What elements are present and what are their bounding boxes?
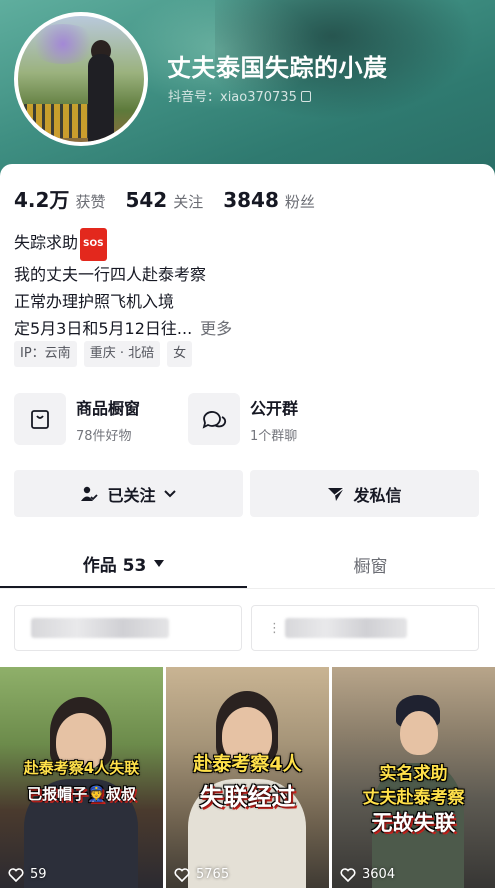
video-thumbnail[interactable]: 赴泰考察4人失联 已报帽子👮叔叔 59	[0, 667, 163, 888]
chevron-down-icon	[163, 489, 176, 497]
avatar-bikes	[18, 104, 88, 138]
video-thumbnail[interactable]: 实名求助 丈夫赴泰考察 无故失联 3604	[332, 667, 495, 888]
stat-label: 关注	[173, 193, 204, 211]
like-count-value: 5765	[196, 867, 230, 882]
stat-value: 3848	[223, 188, 279, 212]
followed-label: 已关注	[107, 485, 156, 505]
stats-row: 4.2万 获赞 542 关注 3848 粉丝	[14, 184, 335, 213]
tab-showcase-label: 橱窗	[353, 557, 388, 577]
feature-subtitle: 78件好物	[76, 428, 132, 444]
tab-works-label: 作品 53	[82, 556, 147, 576]
heart-icon	[8, 867, 24, 882]
filter-chip-2[interactable]: ⋮	[251, 605, 479, 651]
group-chat-entry[interactable]: 公开群 1个群聊	[188, 393, 362, 445]
video-caption: 失联经过	[199, 783, 296, 811]
avatar-flowers	[28, 24, 98, 64]
video-caption: 赴泰考察4人	[193, 753, 302, 775]
stat-followers[interactable]: 3848 粉丝	[223, 188, 315, 212]
blurred-content	[285, 618, 407, 638]
bio-more-link[interactable]: 更多	[200, 319, 232, 338]
bio-text: 定5月3日和5月12日往...	[14, 319, 193, 338]
heart-icon	[340, 867, 356, 882]
avatar-person	[88, 54, 114, 142]
like-count: 3604	[340, 867, 395, 882]
profile-tags: IP：云南 重庆 · 北碚 女	[14, 341, 199, 367]
shopping-bag-icon	[14, 393, 66, 445]
bio-line-4: 定5月3日和5月12日往... 更多	[14, 315, 232, 342]
heart-icon	[174, 867, 190, 882]
action-buttons: 已关注 发私信	[14, 470, 479, 517]
tag-location: 重庆 · 北碚	[83, 341, 161, 367]
person-face	[400, 711, 438, 755]
tab-showcase[interactable]: 橱窗	[247, 541, 494, 588]
bio-line-1: 失踪求助 SOS	[14, 228, 232, 261]
video-caption: 赴泰考察4人失联	[23, 759, 140, 777]
feature-title: 公开群	[250, 398, 299, 418]
video-caption: 实名求助	[379, 764, 448, 784]
tag-ip: IP：云南	[14, 341, 77, 367]
douyin-id: 抖音号：xiao370735	[168, 90, 297, 105]
bio: 失踪求助 SOS 我的丈夫一行四人赴泰考察 正常办理护照飞机入境 定5月3日和5月…	[14, 228, 232, 342]
stat-label: 获赞	[75, 193, 106, 211]
video-grid: 赴泰考察4人失联 已报帽子👮叔叔 59 赴泰考察4人 失联经过 5765 实名求…	[0, 667, 495, 888]
bio-line-3: 正常办理护照飞机入境	[14, 292, 175, 311]
bio-line-2: 我的丈夫一行四人赴泰考察	[14, 265, 207, 284]
like-count-value: 59	[30, 867, 47, 882]
dots-icon: ⋮	[268, 620, 281, 636]
douyin-id-row[interactable]: 抖音号：xiao370735	[168, 86, 311, 105]
copy-icon[interactable]	[300, 91, 311, 102]
stat-likes[interactable]: 4.2万 获赞	[14, 184, 105, 213]
user-check-icon	[81, 486, 99, 501]
avatar[interactable]	[14, 12, 148, 146]
feature-row: 商品橱窗 78件好物 公开群 1个群聊	[14, 393, 484, 445]
video-caption: 丈夫赴泰考察	[362, 788, 465, 808]
tag-gender: 女	[167, 341, 193, 367]
filter-chip-1[interactable]	[14, 605, 242, 651]
video-thumbnail[interactable]: 赴泰考察4人 失联经过 5765	[166, 667, 329, 888]
stat-label: 粉丝	[284, 193, 315, 211]
send-message-button[interactable]: 发私信	[250, 470, 479, 517]
sos-badge: SOS	[80, 228, 107, 261]
tab-works[interactable]: 作品 53	[0, 541, 247, 588]
send-icon	[328, 486, 345, 501]
stat-value: 542	[125, 188, 168, 212]
video-caption: 已报帽子👮叔叔	[27, 785, 136, 803]
filter-row: ⋮	[14, 605, 479, 651]
send-message-label: 发私信	[353, 485, 402, 505]
video-caption: 无故失联	[371, 811, 456, 835]
feature-subtitle: 1个群聊	[250, 428, 298, 444]
feature-title: 商品橱窗	[76, 398, 141, 418]
content-tabs: 作品 53 橱窗	[0, 541, 495, 589]
profile-card: 4.2万 获赞 542 关注 3848 粉丝 失踪求助 SOS 我的丈夫一行四人赴…	[0, 164, 495, 888]
stat-value: 4.2万	[14, 188, 70, 212]
followed-button[interactable]: 已关注	[14, 470, 243, 517]
blurred-content	[31, 618, 169, 638]
shop-window-entry[interactable]: 商品橱窗 78件好物	[14, 393, 188, 445]
caret-down-icon	[154, 560, 165, 567]
bio-text: 失踪求助	[14, 233, 79, 252]
chat-bubbles-icon	[188, 393, 240, 445]
profile-nickname: 丈夫泰国失踪的小莀	[167, 54, 388, 82]
like-count: 59	[8, 867, 47, 882]
like-count: 5765	[174, 867, 229, 882]
like-count-value: 3604	[362, 867, 396, 882]
stat-following[interactable]: 542 关注	[125, 188, 203, 212]
